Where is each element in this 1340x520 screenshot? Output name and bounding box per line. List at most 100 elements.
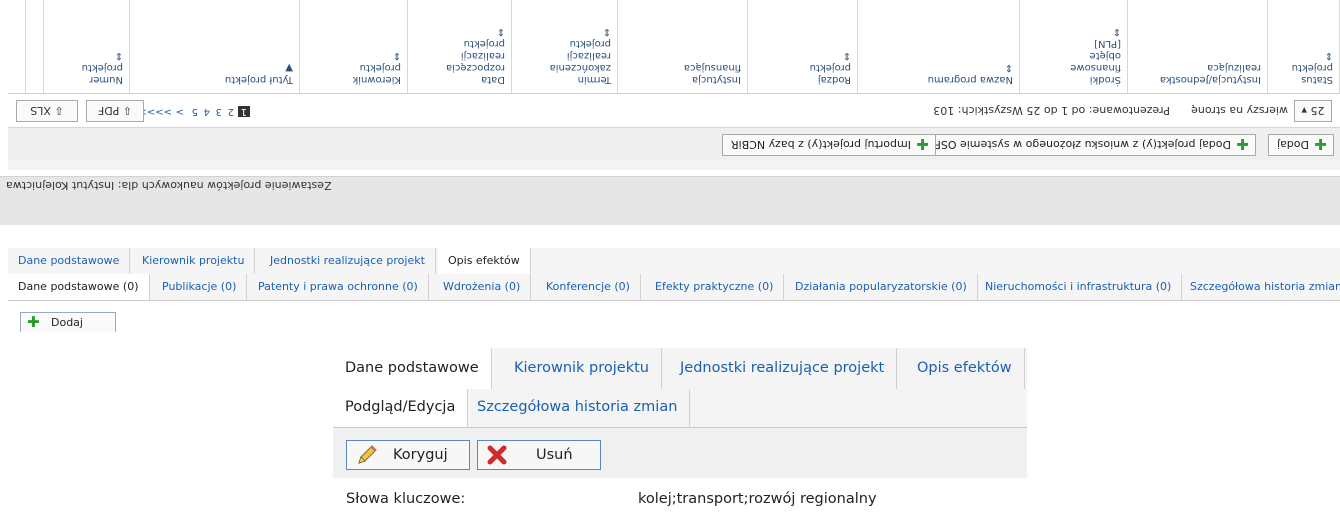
delete-label: Usuń [536, 447, 573, 463]
column-header-number[interactable]: Numer projektu ⇕ [44, 0, 130, 93]
subtab-view-edit[interactable]: Podgląd/Edycja [333, 389, 469, 427]
add-effect-button[interactable]: ✚ Dodaj [20, 312, 116, 332]
rows-per-page-label: wierszy na stronę [1191, 104, 1288, 117]
column-header-line: Instytucja/Jednostka [1159, 74, 1261, 85]
subtab-implementations[interactable]: Wdrożenia (0) [433, 274, 532, 300]
export-xls-button[interactable]: ⇩ XLS [16, 100, 78, 122]
subtab-popularization[interactable]: Działania popularyzatorskie (0) [785, 274, 978, 300]
projects-grid-panel: ✚ Dodaj ✚ Dodaj projekt(y) z wniosku zło… [8, 0, 1340, 170]
tab-basic-data[interactable]: Dane podstawowe [333, 348, 492, 389]
subtab-conferences[interactable]: Konferencje (0) [536, 274, 641, 300]
column-header-end-date[interactable]: Termin zakończenia realizacji projektu ⇕ [512, 0, 618, 93]
column-header-line: realizacji [460, 50, 505, 61]
add-from-osf-button[interactable]: ✚ Dodaj projekt(y) z wniosku złożonego w… [925, 134, 1256, 156]
tab-project-manager[interactable]: Kierownik projektu [132, 248, 256, 274]
next-page[interactable]: > [176, 106, 184, 117]
page-1[interactable]: 1 [237, 106, 250, 117]
sub-tab-row: Dane podstawowe (0) Publikacje (0) Paten… [8, 274, 1340, 301]
chevron-down-icon: ▾ [1301, 104, 1308, 117]
sort-icon: ⇕ [496, 26, 505, 37]
edit-button[interactable]: Koryguj [346, 440, 470, 470]
column-header-status[interactable]: Status projektu ⇕ [1268, 0, 1340, 93]
subtab-real-estate[interactable]: Nieruchomości i infrastruktura (0) [975, 274, 1183, 300]
tab-effects[interactable]: Opis efektów [438, 248, 531, 274]
column-header-line: finansowe [1070, 62, 1121, 73]
column-header-line: projektu [81, 62, 123, 73]
grid-top-bar [8, 160, 1340, 170]
column-header-line: Nazwa programu [927, 74, 1013, 85]
column-header-line: Kierownik [352, 74, 401, 85]
tab-executing-units[interactable]: Jednostki realizujące projekt [260, 248, 436, 274]
column-header-line: projektu [1291, 62, 1333, 73]
keywords-label: Słowa kluczowe: [346, 491, 466, 507]
column-header-line: Rodzaj [817, 74, 851, 85]
add-project-label: Dodaj [1277, 138, 1309, 151]
edit-label: Koryguj [393, 447, 448, 463]
tab-executing-units[interactable]: Jednostki realizujące projekt [668, 348, 898, 389]
column-header-line: Środki [1089, 74, 1121, 85]
tab-project-manager[interactable]: Kierownik projektu [502, 348, 662, 389]
column-header-funds[interactable]: Środki finansowe objęte [PLN] ⇕ [1020, 0, 1128, 93]
pencil-icon [358, 445, 377, 464]
column-header-line: Tytuł projektu [224, 74, 293, 85]
sort-icon: ⇕ [114, 50, 123, 61]
page-size-value: 25 [1310, 104, 1325, 117]
column-header-institution[interactable]: Instytucja/Jednostka realizująca [1128, 0, 1268, 93]
column-header-program[interactable]: Nazwa programu ⇕ [858, 0, 1020, 93]
subtab-change-history[interactable]: Szczegółowa historia zmian [465, 389, 691, 427]
small-tabs-panel: Dane podstawowe Kierownik projektu Jedno… [8, 248, 1340, 334]
column-header-line: projektu [809, 62, 851, 73]
keywords-value: kolej;transport;rozwój regionalny [638, 491, 877, 507]
subtab-change-history[interactable]: Szczegółowa historia zmian [1180, 274, 1340, 300]
range-text: Prezentowane: od 1 do 25 Wszystkich: 103 [933, 104, 1170, 117]
import-ncbir-button[interactable]: ✚ Importuj projekt(y) z bazy NCBiR [721, 134, 936, 156]
column-header-line: [PLN] [1094, 38, 1121, 49]
grid-caption: Zestawienie projektów naukowych dla: Ins… [6, 179, 332, 192]
keywords-row: Słowa kluczowe: kolej;transport;rozwój r… [333, 478, 1027, 520]
column-header-select [8, 0, 26, 93]
tab-effects[interactable]: Opis efektów [905, 348, 1025, 389]
column-header-title[interactable]: Tytuł projektu ▼ [130, 0, 300, 93]
download-icon: ⇩ [122, 104, 133, 117]
column-header-line: rozpoczęcia [445, 62, 505, 73]
subtab-basic-data[interactable]: Dane podstawowe (0) [8, 274, 150, 300]
add-project-button[interactable]: ✚ Dodaj [1268, 134, 1334, 156]
page-3[interactable]: 3 [216, 106, 222, 117]
tab-basic-data[interactable]: Dane podstawowe [8, 248, 131, 274]
column-header-line: zakończenia [549, 62, 611, 73]
page-size-select[interactable]: 25 ▾ [1294, 100, 1332, 122]
main-tab-row: Dane podstawowe Kierownik projektu Jedno… [333, 348, 1027, 390]
sort-icon: ⇕ [1112, 26, 1121, 37]
grid-toolbar: ✚ Dodaj ✚ Dodaj projekt(y) z wniosku zło… [8, 127, 1340, 160]
column-header-line: objęte [1089, 50, 1121, 61]
column-header-line: Status [1301, 74, 1333, 85]
column-header-line: Termin [577, 74, 611, 85]
column-header-line: Data [481, 74, 505, 85]
grid-pager: 25 ▾ wierszy na stronę Prezentowane: od … [8, 96, 1340, 126]
delete-button[interactable]: Usuń [477, 440, 601, 470]
column-header-manager[interactable]: Kierownik projektu ⇕ [300, 0, 408, 93]
sort-icon: ⇕ [1324, 50, 1333, 61]
delete-x-icon [487, 445, 507, 465]
column-header-line: realizacji [566, 50, 611, 61]
subtab-publications[interactable]: Publikacje (0) [152, 274, 248, 300]
sort-icon: ⇕ [602, 26, 611, 37]
export-pdf-button[interactable]: ⇩ PDF [86, 100, 144, 122]
sort-icon: ⇕ [392, 50, 401, 61]
column-header-funding-institution[interactable]: Instytucja finansująca [618, 0, 748, 93]
subtab-practical-effects[interactable]: Efekty praktyczne (0) [645, 274, 785, 300]
main-tab-row: Dane podstawowe Kierownik projektu Jedno… [8, 248, 1340, 275]
page-2[interactable]: 2 [228, 106, 234, 117]
page-5[interactable]: 5 [192, 106, 198, 117]
sort-icon: ⇕ [842, 50, 851, 61]
grid-header-row: Status projektu ⇕ Instytucja/Jednostka r… [8, 0, 1340, 94]
column-header-line: projektu [569, 38, 611, 49]
sort-icon: ⇕ [1004, 62, 1013, 73]
export-xls-label: XLS [30, 104, 51, 117]
column-header-project-type[interactable]: Rodzaj projektu ⇕ [748, 0, 858, 93]
export-pdf-label: PDF [97, 104, 120, 117]
page-4[interactable]: 4 [204, 106, 210, 117]
column-header-start-date[interactable]: Data rozpoczęcia realizacji projektu ⇕ [408, 0, 512, 93]
plus-icon: ✚ [27, 313, 40, 331]
subtab-patents[interactable]: Patenty i prawa ochronne (0) [248, 274, 429, 300]
